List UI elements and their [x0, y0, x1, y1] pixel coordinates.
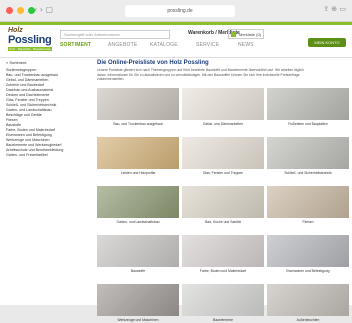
close-window-dot[interactable] — [6, 7, 13, 14]
tile-shading — [97, 88, 179, 120]
category-tile-image[interactable] — [97, 88, 179, 120]
category-tile-image[interactable] — [267, 88, 349, 120]
category-tile-label[interactable]: Fußleisten und Bauplatten — [267, 121, 349, 127]
category-tile-label[interactable]: Leisten und Holzprofile — [97, 170, 179, 176]
header-divider — [0, 57, 352, 58]
category-tile-label[interactable]: Bauelemente — [182, 317, 264, 323]
tile-shading — [267, 235, 349, 267]
category-tile-label[interactable]: Gebal- und Dämmarbeiten — [182, 121, 264, 127]
tile-shading — [267, 186, 349, 218]
category-tile-label[interactable]: Schließ- und Sicherheitstechnik — [267, 170, 349, 176]
wishlist-label: Merkliste (0) — [239, 32, 262, 37]
category-tile-image[interactable] — [97, 186, 179, 218]
category-tile-label[interactable]: Werkzeuge und Maschinen — [97, 317, 179, 323]
intro-text: Unsere Preisliste gliedert sich nach The… — [97, 68, 305, 82]
share-icons[interactable]: ⇪ ⊕ ▭ — [323, 5, 346, 13]
search-input[interactable]: Suchbegriff oder Artikelnummer — [60, 30, 170, 39]
category-tile-label[interactable]: Fliesen — [267, 219, 349, 225]
category-tile-image[interactable] — [267, 137, 349, 169]
category-tile-image[interactable] — [182, 284, 264, 316]
tile-shading — [267, 284, 349, 316]
tile-shading — [182, 186, 264, 218]
account-button[interactable]: MEIN KONTO — [308, 38, 346, 47]
category-tile-image[interactable] — [267, 235, 349, 267]
category-tile-image[interactable] — [182, 137, 264, 169]
category-tile-label[interactable]: Farbe, Boden und Malerbedarf — [182, 268, 264, 274]
back-forward-icons[interactable]: ‹ › ▢ — [34, 5, 53, 14]
tile-shading — [182, 88, 264, 120]
tile-shading — [97, 235, 179, 267]
tile-shading — [97, 186, 179, 218]
minimize-window-dot[interactable] — [17, 7, 24, 14]
nav-item-news[interactable]: NEWS — [238, 42, 254, 48]
main-content: Die Online-Preisliste von Holz Possling … — [97, 60, 352, 82]
category-tile-label[interactable]: Baustoffe — [97, 268, 179, 274]
category-tile-image[interactable] — [97, 235, 179, 267]
category-tile-image[interactable] — [182, 88, 264, 120]
category-tile-image[interactable] — [267, 284, 349, 316]
sidebar-item[interactable]: Garten- und Freizeitartikel — [6, 153, 88, 158]
category-tile-label[interactable]: Bad, Küche und Sanität — [182, 219, 264, 225]
category-tile-image[interactable] — [182, 235, 264, 267]
tile-shading — [182, 284, 264, 316]
wishlist-button[interactable]: Merkliste (0) — [228, 29, 264, 39]
nav-item-sortiment[interactable]: SORTIMENT — [60, 42, 91, 48]
category-tile-label[interactable]: Garten- und Landschaftsbau — [97, 219, 179, 225]
category-sidebar: « Sortiment Sortimentsgruppen Bau- und T… — [6, 60, 88, 158]
browser-window: ‹ › ▢ possling.de ⇪ ⊕ ▭ Holz Possling Ho… — [0, 0, 352, 322]
wishlist-icon — [231, 32, 236, 37]
nav-item-angebote[interactable]: ANGEBOTE — [108, 42, 137, 48]
category-tile-label[interactable]: Bau- und Trockenbau ausgebaut — [97, 121, 179, 127]
category-tile-image[interactable] — [97, 284, 179, 316]
tile-shading — [182, 137, 264, 169]
category-tile-label[interactable]: Eisenwaren und Befestigung — [267, 268, 349, 274]
tile-shading — [97, 284, 179, 316]
tile-shading — [267, 137, 349, 169]
window-controls — [6, 7, 35, 14]
category-tile-image[interactable] — [97, 137, 179, 169]
tile-shading — [182, 235, 264, 267]
category-tile-label[interactable]: Außenleuchten — [267, 317, 349, 323]
nav-item-kataloge[interactable]: KATALOGE — [150, 42, 178, 48]
sidebar-back-link[interactable]: « Sortiment — [6, 60, 88, 65]
main-navigation: SORTIMENT ANGEBOTE KATALOGE SERVICE NEWS — [0, 42, 352, 54]
page-title: Die Online-Preisliste von Holz Possling — [97, 60, 209, 66]
category-tile-image[interactable] — [182, 186, 264, 218]
category-tile-image[interactable] — [267, 186, 349, 218]
tile-shading — [97, 137, 179, 169]
tile-shading — [267, 88, 349, 120]
browser-toolbar: ‹ › ▢ possling.de ⇪ ⊕ ▭ — [0, 0, 352, 22]
nav-item-service[interactable]: SERVICE — [196, 42, 219, 48]
address-bar[interactable]: possling.de — [125, 5, 235, 17]
category-tile-label[interactable]: Glas, Fenster und Treppen — [182, 170, 264, 176]
